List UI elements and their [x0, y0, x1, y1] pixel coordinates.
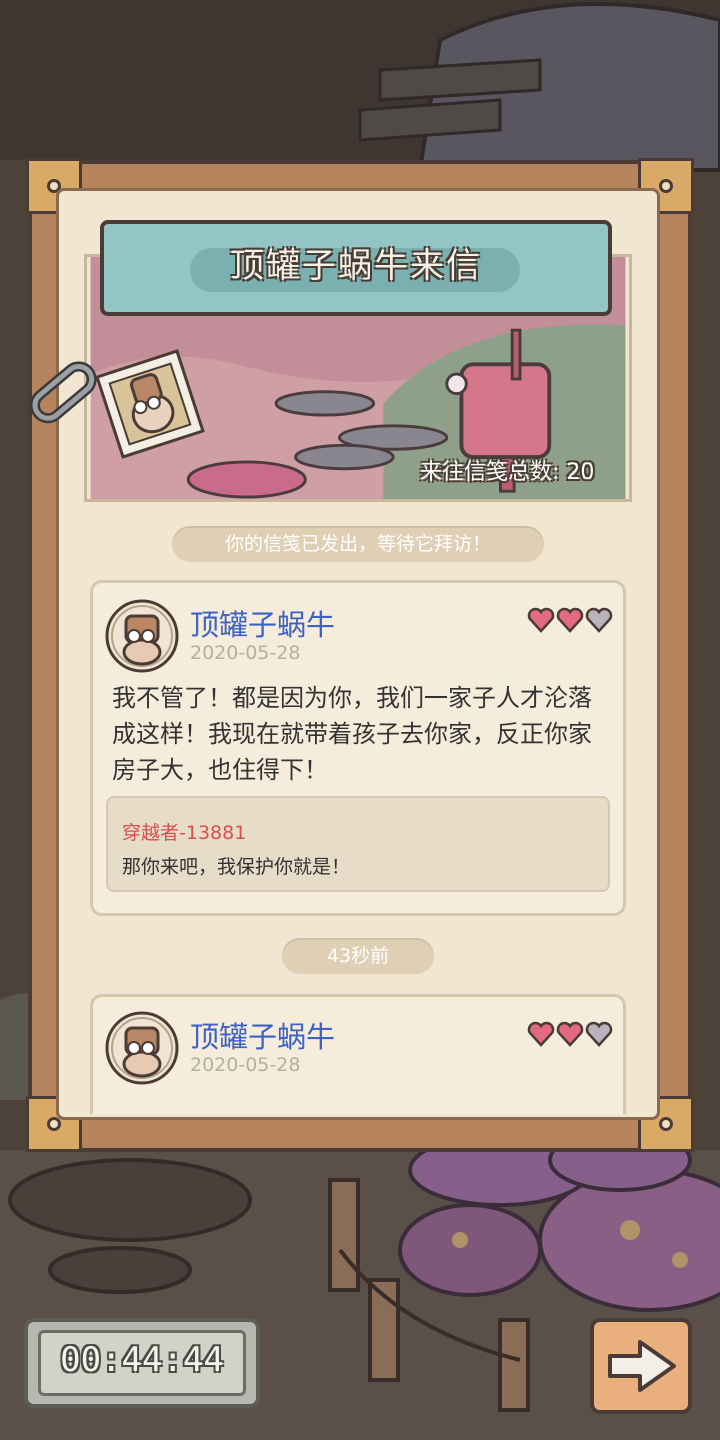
- affection-hearts: [527, 1021, 613, 1047]
- heart-filled-icon: [527, 1021, 555, 1047]
- affection-hearts: [527, 607, 613, 633]
- letter-body-line: 房子大，也住得下！: [112, 756, 328, 784]
- heart-empty-icon: [585, 607, 613, 633]
- sent-notice-text: 你的信笺已发出，等待它拜访！: [224, 533, 491, 555]
- time-ago-pill: 43秒前: [282, 938, 434, 974]
- countdown-timer: 00:44:44: [60, 1340, 224, 1380]
- letter-body: 我不管了！都是因为你，我们一家子人才沦落 成这样！我现在就带着孩子去你家，反正你…: [112, 680, 622, 788]
- sent-notice-pill: 你的信笺已发出，等待它拜访！: [172, 526, 544, 562]
- page-title: 顶罐子蜗牛来信: [230, 246, 482, 286]
- heart-filled-icon: [556, 1021, 584, 1047]
- letter-body-line: 我不管了！都是因为你，我们一家子人才沦落: [112, 684, 592, 712]
- total-letters-count: 来往信笺总数: 20: [420, 460, 595, 485]
- next-button[interactable]: [590, 1318, 692, 1414]
- letter-date: 2020-05-28: [190, 642, 301, 664]
- snail-avatar-icon: [105, 599, 179, 673]
- sender-name: 顶罐子蜗牛: [190, 608, 336, 642]
- snail-avatar-icon: [105, 1011, 179, 1085]
- time-ago-text: 43秒前: [326, 945, 390, 967]
- reply-text: 那你来吧，我保护你就是！: [122, 856, 351, 878]
- heart-empty-icon: [585, 1021, 613, 1047]
- letter-body-line: 成这样！我现在就带着孩子去你家，反正你家: [112, 720, 592, 748]
- heart-filled-icon: [556, 607, 584, 633]
- arrow-right-icon: [608, 1340, 676, 1392]
- sender-name: 顶罐子蜗牛: [190, 1020, 336, 1054]
- reply-username: 穿越者-13881: [122, 822, 247, 844]
- letter-date: 2020-05-28: [190, 1054, 301, 1076]
- heart-filled-icon: [527, 607, 555, 633]
- snail-stamp-icon: [95, 349, 205, 459]
